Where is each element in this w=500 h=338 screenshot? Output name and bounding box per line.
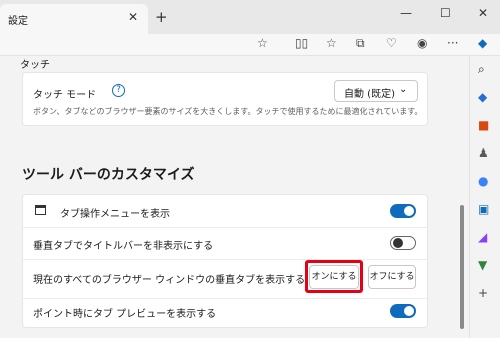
scrollbar-thumb[interactable] bbox=[460, 205, 464, 329]
divider bbox=[23, 227, 427, 228]
row-tab-preview-label: ポイント時にタブ プレビューを表示する bbox=[33, 309, 217, 320]
tab-actions-icon bbox=[35, 205, 46, 215]
favorite-star-icon[interactable]: ☆ bbox=[257, 36, 268, 50]
search-icon[interactable]: ⌕ bbox=[478, 62, 485, 77]
designer-icon[interactable]: ◢ bbox=[478, 230, 487, 244]
chevron-down-icon: ⌄ bbox=[399, 84, 408, 95]
tab-actions-toggle[interactable] bbox=[390, 204, 416, 218]
shopping-icon[interactable]: ◆ bbox=[478, 90, 487, 104]
touch-mode-dropdown[interactable]: 自動 (既定) ⌄ bbox=[334, 80, 418, 102]
collections-icon[interactable]: ⧉ bbox=[356, 36, 365, 51]
row-vertical-tabs-label: 現在のすべてのブラウザー ウィンドウの垂直タブを表示する bbox=[33, 275, 306, 286]
right-sidebar: ⌕ ◆ ■ ♟ ● ▣ ◢ ▼ + bbox=[469, 56, 500, 338]
touch-mode-description: ボタン、タブなどのブラウザー要素のサイズを大きくします。タッチで使用するために最… bbox=[33, 107, 423, 116]
copilot-icon[interactable]: ◆ bbox=[478, 36, 487, 50]
touch-mode-label: タッチ モード bbox=[33, 90, 97, 101]
tools-icon[interactable]: ■ bbox=[478, 118, 489, 132]
divider bbox=[23, 298, 427, 299]
row-tab-actions-label: タブ操作メニューを表示 bbox=[60, 209, 170, 220]
profile-icon[interactable]: ◉ bbox=[417, 36, 427, 50]
toggle-knob bbox=[404, 206, 414, 216]
toolbar-customize-heading: ツール バーのカスタマイズ bbox=[22, 167, 195, 183]
toggle-knob bbox=[393, 238, 403, 248]
drop-icon[interactable]: ▼ bbox=[478, 258, 487, 272]
new-tab-icon[interactable]: + bbox=[155, 8, 168, 26]
divider bbox=[23, 259, 427, 260]
browser-toolbar: ☆ ▯▯ ☆ ⧉ ♡ ◉ ··· ◆ bbox=[0, 34, 500, 56]
outlook-icon[interactable]: ▣ bbox=[478, 202, 489, 216]
hide-titlebar-toggle[interactable] bbox=[390, 236, 416, 250]
favorites-icon[interactable]: ☆ bbox=[326, 36, 337, 50]
minimize-icon[interactable]: — bbox=[400, 6, 412, 20]
dropdown-value: 自動 (既定) bbox=[344, 89, 395, 100]
turn-off-button[interactable]: オフにする bbox=[368, 265, 416, 289]
touch-section-title: タッチ bbox=[20, 60, 50, 71]
games-icon[interactable]: ♟ bbox=[478, 146, 489, 160]
window-close-icon[interactable]: ✕ bbox=[478, 6, 488, 20]
browser-essentials-icon[interactable]: ♡ bbox=[386, 36, 397, 50]
title-bar: 設定 ✕ + — ☐ ✕ bbox=[0, 0, 500, 34]
close-icon[interactable]: ✕ bbox=[128, 10, 138, 24]
tab-settings[interactable]: 設定 ✕ bbox=[0, 4, 148, 34]
tab-title: 設定 bbox=[8, 16, 28, 27]
split-screen-icon[interactable]: ▯▯ bbox=[295, 36, 308, 50]
more-icon[interactable]: ··· bbox=[447, 36, 458, 50]
toggle-knob bbox=[404, 306, 414, 316]
add-icon[interactable]: + bbox=[478, 286, 488, 300]
maximize-icon[interactable]: ☐ bbox=[440, 6, 451, 20]
microsoft365-icon[interactable]: ● bbox=[478, 174, 488, 188]
help-icon[interactable]: ? bbox=[112, 84, 125, 97]
row-hide-titlebar-label: 垂直タブでタイトルバーを非表示にする bbox=[33, 241, 214, 252]
tab-preview-toggle[interactable] bbox=[390, 304, 416, 318]
highlight-frame bbox=[305, 260, 363, 293]
